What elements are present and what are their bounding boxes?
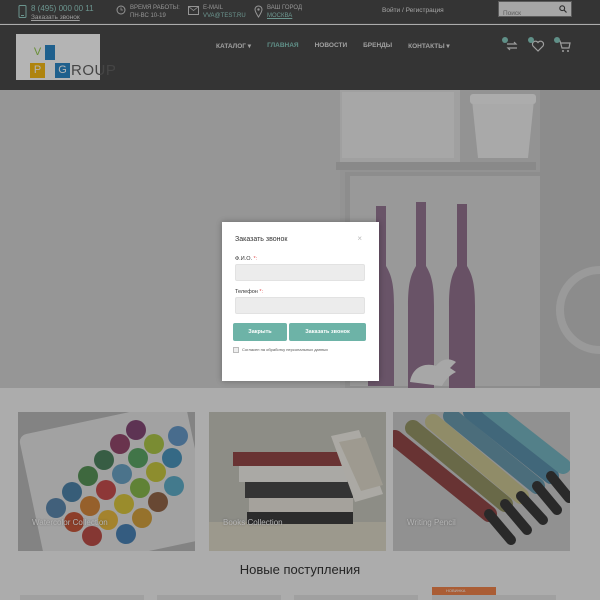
submit-callback-button[interactable]: Заказать звонок (289, 323, 366, 341)
phone-field[interactable] (235, 297, 365, 314)
close-icon[interactable]: × (357, 235, 362, 243)
close-button[interactable]: Закрыть (233, 323, 287, 341)
name-field[interactable] (235, 264, 365, 281)
callback-modal: Заказать звонок × Ф.И.О. *: Телефон *: З… (222, 222, 379, 381)
name-field-label: Ф.И.О. *: (235, 256, 258, 262)
modal-title: Заказать звонок (235, 236, 288, 243)
phone-field-label: Телефон *: (235, 289, 264, 295)
consent-checkbox[interactable] (233, 347, 239, 353)
consent-label: Согласен на обработку персональных данны… (242, 347, 329, 352)
